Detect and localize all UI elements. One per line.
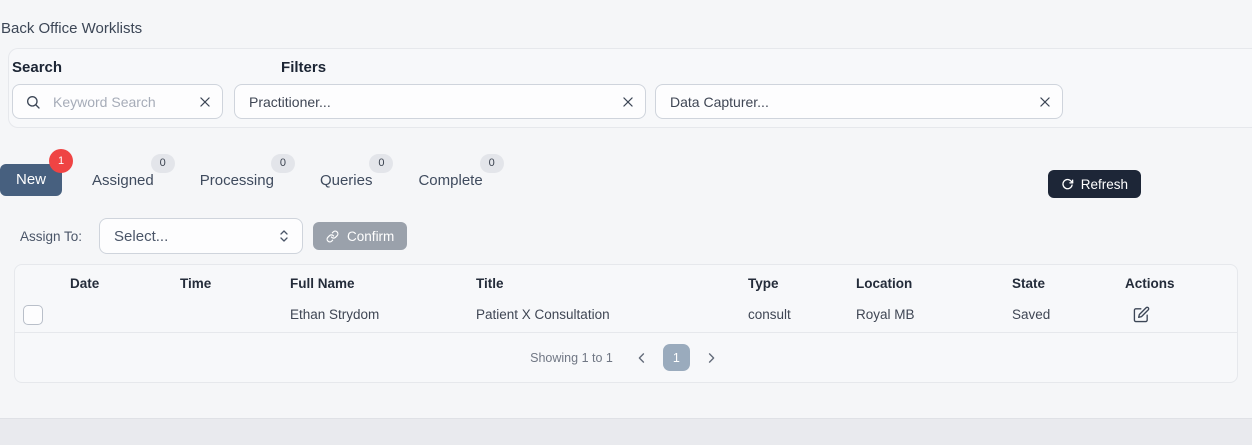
tab-queries[interactable]: Queries 0 [320,166,373,195]
footer-strip [0,418,1252,445]
worklist-table: Date Time Full Name Title Type Location … [14,264,1238,383]
tab-new-count-badge: 1 [49,149,73,173]
tab-processing-count-badge: 0 [271,154,295,173]
refresh-icon [1061,178,1074,191]
column-header-location: Location [856,276,1012,291]
practitioner-filter-input[interactable] [249,94,621,110]
pagination-summary: Showing 1 to 1 [530,351,613,365]
cell-type: consult [748,307,856,322]
search-clear-icon[interactable] [198,95,212,109]
assign-to-label: Assign To: [20,229,82,244]
chevron-up-down-icon [278,229,290,243]
page-number-button[interactable]: 1 [663,344,690,371]
keyword-search-box [12,84,223,119]
refresh-button[interactable]: Refresh [1048,170,1141,198]
data-capturer-filter-box [655,84,1063,119]
search-filters-panel: Search Filters [8,48,1252,128]
assign-to-select[interactable]: Select... [99,218,303,254]
worklist-tabs-row: New 1 Assigned 0 Processing 0 Queries 0 … [0,150,1252,200]
tab-assigned[interactable]: Assigned 0 [92,166,154,195]
cell-title: Patient X Consultation [476,307,748,322]
search-section-label: Search [12,59,62,76]
search-icon [25,94,41,110]
tab-complete-count-badge: 0 [480,154,504,173]
page-title: Back Office Worklists [0,0,1252,37]
pagination: Showing 1 to 1 1 [15,333,1237,382]
column-header-state: State [1012,276,1125,291]
row-checkbox[interactable] [23,305,43,325]
column-header-actions: Actions [1125,276,1237,291]
tab-queries-count-badge: 0 [369,154,393,173]
practitioner-filter-box [234,84,646,119]
chevron-right-icon[interactable] [700,347,722,369]
tab-complete[interactable]: Complete 0 [418,166,482,195]
table-row: Ethan Strydom Patient X Consultation con… [15,297,1237,333]
cell-full-name: Ethan Strydom [290,307,476,322]
data-capturer-clear-icon[interactable] [1038,95,1052,109]
link-icon [326,230,339,243]
tab-new[interactable]: New 1 [0,164,62,196]
table-header-row: Date Time Full Name Title Type Location … [15,265,1237,297]
search-input[interactable] [53,94,198,110]
practitioner-clear-icon[interactable] [621,95,635,109]
column-header-title: Title [476,276,748,291]
column-header-type: Type [748,276,856,291]
confirm-button[interactable]: Confirm [313,222,407,250]
assign-row: Assign To: Select... Confirm [20,218,407,254]
worklist-tabs: New 1 Assigned 0 Processing 0 Queries 0 … [0,164,529,196]
data-capturer-filter-input[interactable] [670,94,1038,110]
column-header-full-name: Full Name [290,276,476,291]
column-header-time: Time [180,276,290,291]
column-header-date: Date [70,276,180,291]
tab-assigned-count-badge: 0 [151,154,175,173]
cell-location: Royal MB [856,307,1012,322]
edit-pencil-icon[interactable] [1133,306,1150,323]
chevron-left-icon[interactable] [631,347,653,369]
tab-processing[interactable]: Processing 0 [200,166,274,195]
cell-state: Saved [1012,307,1125,322]
filters-section-label: Filters [281,59,326,76]
